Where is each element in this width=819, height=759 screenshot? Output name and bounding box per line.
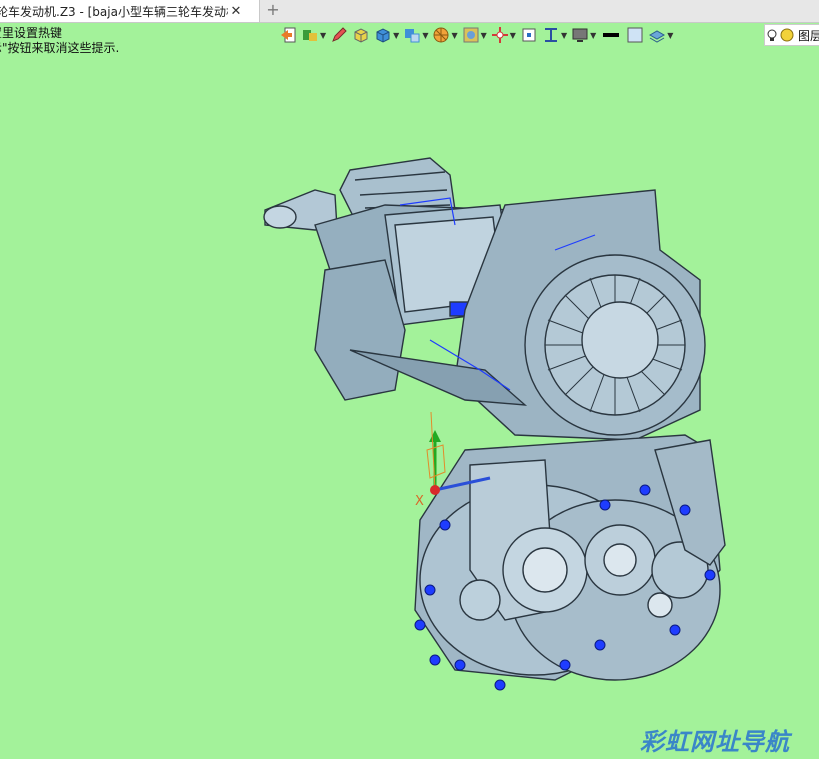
pencil-icon[interactable] bbox=[330, 24, 348, 46]
view-style-icon[interactable]: ▼ bbox=[301, 24, 326, 46]
watermark: 彩虹网址导航 bbox=[640, 728, 790, 756]
svg-text:X: X bbox=[415, 494, 424, 509]
hint-text: 置里设置热键 示"按钮来取消这些提示. bbox=[0, 26, 119, 56]
document-tab[interactable]: 轮车发动机.Z3 - [baja小型车辆三轮车发动机] ✕ bbox=[0, 0, 260, 22]
close-icon[interactable]: ✕ bbox=[228, 4, 244, 19]
render-mode-icon[interactable]: ▼ bbox=[403, 24, 428, 46]
view-toolbar: ▼ ▼ ▼ ▼ ▼ ▼ ▼ ▼ ▼ bbox=[279, 22, 819, 48]
line-color-icon[interactable] bbox=[600, 24, 622, 46]
layer-selector[interactable]: 图层 bbox=[764, 24, 819, 46]
layers-icon[interactable]: ▼ bbox=[648, 24, 673, 46]
frame-icon[interactable] bbox=[520, 24, 538, 46]
engine-3d-model[interactable]: X bbox=[255, 150, 735, 700]
texture-icon[interactable]: ▼ bbox=[462, 24, 487, 46]
tab-bar: 轮车发动机.Z3 - [baja小型车辆三轮车发动机] ✕ + bbox=[0, 0, 819, 23]
new-tab-button[interactable]: + bbox=[263, 0, 283, 22]
section-icon[interactable]: ▼ bbox=[432, 24, 458, 46]
shaded-cube-icon[interactable] bbox=[352, 24, 370, 46]
layer-label: 图层 bbox=[798, 28, 819, 43]
tab-title: 轮车发动机.Z3 - [baja小型车辆三轮车发动机] bbox=[0, 4, 228, 19]
exit-sketch-icon[interactable] bbox=[279, 24, 297, 46]
orient-icon[interactable]: ▼ bbox=[491, 24, 516, 46]
hint-line-1: 置里设置热键 bbox=[0, 26, 63, 40]
solid-cube-icon[interactable]: ▼ bbox=[374, 24, 399, 46]
hint-line-2: 示"按钮来取消这些提示. bbox=[0, 41, 120, 55]
display-icon[interactable]: ▼ bbox=[571, 24, 596, 46]
bulb-icon bbox=[767, 28, 794, 42]
dimension-icon[interactable]: ▼ bbox=[542, 24, 567, 46]
fill-color-icon[interactable] bbox=[626, 24, 644, 46]
